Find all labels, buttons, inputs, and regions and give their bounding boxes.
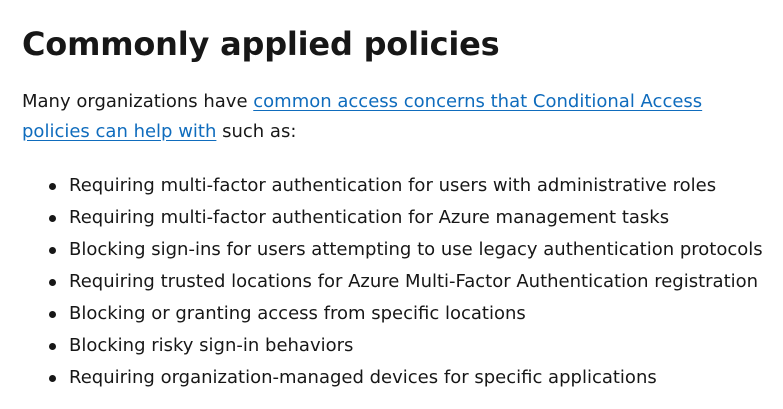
list-item-text: Blocking risky sign-in behaviors — [69, 335, 354, 356]
intro-paragraph: Many organizations have common access co… — [22, 87, 767, 147]
list-item: Requiring trusted locations for Azure Mu… — [22, 266, 767, 298]
bullet-icon — [49, 375, 56, 382]
list-item: Requiring multi-factor authentication fo… — [22, 170, 767, 202]
bullet-icon — [49, 311, 56, 318]
list-item: Blocking or granting access from specifi… — [22, 298, 767, 330]
list-item-text: Requiring multi-factor authentication fo… — [69, 175, 717, 196]
bullet-icon — [49, 343, 56, 350]
intro-prefix: Many organizations have — [22, 91, 254, 112]
list-item-text: Requiring organization-managed devices f… — [69, 367, 657, 388]
list-item-text: Requiring multi-factor authentication fo… — [69, 207, 670, 228]
document-section: Commonly applied policies Many organizat… — [0, 0, 783, 409]
list-item-text: Blocking or granting access from specifi… — [69, 303, 526, 324]
intro-suffix: such as: — [216, 121, 297, 142]
list-item-text: Blocking sign-ins for users attempting t… — [69, 239, 763, 260]
list-item: Requiring multi-factor authentication fo… — [22, 202, 767, 234]
section-heading: Commonly applied policies — [22, 25, 500, 63]
list-item: Requiring organization-managed devices f… — [22, 362, 767, 394]
policy-list: Requiring multi-factor authentication fo… — [22, 170, 767, 394]
bullet-icon — [49, 279, 56, 286]
bullet-icon — [49, 215, 56, 222]
bullet-icon — [49, 247, 56, 254]
list-item: Blocking sign-ins for users attempting t… — [22, 234, 767, 266]
list-item-text: Requiring trusted locations for Azure Mu… — [69, 271, 759, 292]
list-item: Blocking risky sign-in behaviors — [22, 330, 767, 362]
bullet-icon — [49, 183, 56, 190]
